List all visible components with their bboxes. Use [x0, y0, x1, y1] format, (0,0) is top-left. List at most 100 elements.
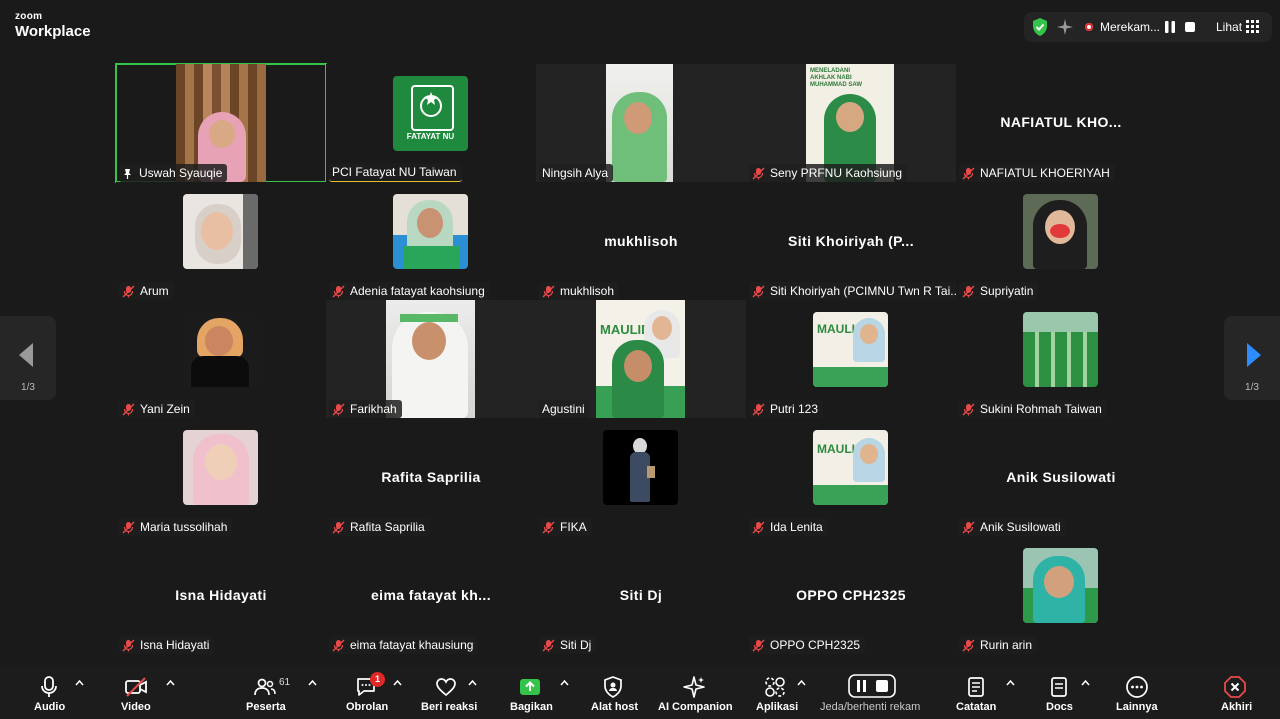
- muted-mic-icon: [962, 285, 975, 298]
- participant-tile[interactable]: eima fatayat kh... eima fatayat khausiun…: [326, 536, 536, 654]
- brand-bottom: Workplace: [15, 23, 91, 40]
- muted-mic-icon: [962, 639, 975, 652]
- participant-video: [606, 64, 673, 182]
- ai-companion-button[interactable]: AI Companion: [656, 666, 733, 719]
- apps-options-chevron-icon[interactable]: [797, 680, 806, 686]
- participant-tile[interactable]: Rafita Saprilia Rafita Saprilia: [326, 418, 536, 536]
- participant-tile[interactable]: Rurin arin: [956, 536, 1166, 654]
- docs-options-chevron-icon[interactable]: [1081, 680, 1090, 686]
- muted-mic-icon: [122, 521, 135, 534]
- participant-tile[interactable]: Siti Khoiriyah (P... Siti Khoiriyah (PCI…: [746, 182, 957, 300]
- video-options-chevron-icon[interactable]: [166, 680, 175, 686]
- muted-mic-icon: [752, 403, 765, 416]
- participant-name: mukhlisoh: [560, 284, 615, 298]
- participant-tile[interactable]: mukhlisoh mukhlisoh: [536, 182, 746, 300]
- participant-name: FIKA: [560, 520, 587, 534]
- video-label: Video: [121, 701, 151, 713]
- next-page-button[interactable]: 1/3: [1224, 316, 1280, 400]
- participant-tile[interactable]: Maria tussolihah: [116, 418, 326, 536]
- participant-name-label: Isna Hidayati: [119, 636, 215, 654]
- participant-tile[interactable]: Anik Susilowati Anik Susilowati: [956, 418, 1166, 536]
- docs-button[interactable]: Docs: [1040, 666, 1078, 719]
- share-screen-icon: [520, 679, 540, 695]
- participants-button[interactable]: Peserta: [240, 666, 290, 719]
- participant-tile[interactable]: Arum: [116, 182, 326, 300]
- share-button[interactable]: Bagikan: [506, 666, 556, 719]
- notes-icon: [968, 677, 984, 697]
- participants-count: 61: [279, 677, 291, 688]
- participant-avatar: [393, 194, 468, 269]
- participant-avatar: [1023, 548, 1098, 623]
- reactions-options-chevron-icon[interactable]: [468, 680, 477, 686]
- participant-name-label: Maria tussolihah: [119, 518, 233, 536]
- gallery-grid-icon[interactable]: [1246, 20, 1259, 33]
- participant-tile[interactable]: Farikhah: [326, 300, 536, 418]
- participant-name: Sukini Rohmah Taiwan: [980, 402, 1102, 416]
- encryption-shield-icon[interactable]: [1030, 17, 1050, 37]
- pause-stop-recording-button[interactable]: Jeda/berhenti rekam: [818, 666, 926, 719]
- recording-status-text[interactable]: Merekam...: [1100, 20, 1160, 34]
- participant-tile[interactable]: OPPO CPH2325 OPPO CPH2325: [746, 536, 956, 654]
- participant-name-label: Supriyatin: [959, 282, 1039, 300]
- view-button[interactable]: Lihat: [1216, 20, 1242, 34]
- participant-name-label: PCI Fatayat NU Taiwan: [329, 163, 462, 182]
- pause-recording-button[interactable]: [1161, 18, 1179, 36]
- audio-button[interactable]: Audio: [24, 666, 74, 719]
- participant-name: Uswah Syauqie: [139, 166, 223, 180]
- participant-name: OPPO CPH2325: [770, 638, 861, 652]
- muted-mic-icon: [752, 521, 765, 534]
- participant-avatar: [183, 194, 258, 269]
- participants-options-chevron-icon[interactable]: [308, 680, 317, 686]
- apps-button[interactable]: Aplikasi: [752, 666, 798, 719]
- ai-sparkle-icon[interactable]: [1056, 18, 1074, 36]
- more-icon: [1126, 676, 1148, 698]
- participant-tile[interactable]: MAULID Ida Lenita: [746, 418, 956, 536]
- notes-button[interactable]: Catatan: [954, 666, 998, 719]
- participant-name: Siti Dj: [560, 638, 592, 652]
- share-options-chevron-icon[interactable]: [560, 680, 569, 686]
- participant-tile[interactable]: FIKA: [536, 418, 746, 536]
- participant-tile[interactable]: Adenia fatayat kaohsiung: [326, 182, 536, 300]
- participant-display-name: Siti Dj: [619, 587, 663, 603]
- participant-tile[interactable]: Siti Dj Siti Dj: [536, 536, 746, 654]
- participant-tile[interactable]: Sukini Rohmah Taiwan: [956, 300, 1166, 418]
- end-meeting-button[interactable]: Akhiri: [1212, 666, 1258, 719]
- participant-name: Ida Lenita: [770, 520, 823, 534]
- participant-tile[interactable]: Ningsih Alya: [536, 64, 746, 182]
- unread-badge: 1: [370, 672, 385, 687]
- muted-mic-icon: [542, 639, 555, 652]
- organization-logo: FATAYAT NU: [393, 76, 468, 151]
- notes-options-chevron-icon[interactable]: [1006, 680, 1015, 686]
- participant-tile[interactable]: Uswah Syauqie: [115, 63, 327, 183]
- participant-tile[interactable]: MENELADANI AKHLAK NABI MUHAMMAD SAW Seny…: [746, 64, 956, 182]
- video-button[interactable]: Video: [110, 666, 162, 719]
- participant-tile[interactable]: FATAYAT NU PCI Fatayat NU Taiwan: [326, 64, 536, 182]
- participant-name: Ningsih Alya: [542, 166, 609, 180]
- stop-recording-button[interactable]: [1181, 18, 1199, 36]
- more-button[interactable]: Lainnya: [1114, 666, 1160, 719]
- participant-tile[interactable]: MAULID Putri 123: [746, 300, 956, 418]
- ai-companion-label: AI Companion: [658, 701, 733, 713]
- muted-mic-icon: [332, 285, 345, 298]
- muted-mic-icon: [962, 167, 975, 180]
- participant-display-name: Rafita Saprilia: [381, 469, 481, 485]
- host-tools-button[interactable]: Alat host: [588, 666, 640, 719]
- audio-options-chevron-icon[interactable]: [75, 680, 84, 686]
- chat-options-chevron-icon[interactable]: [393, 680, 402, 686]
- chat-label: Obrolan: [346, 701, 389, 713]
- chat-button[interactable]: Obrolan: [342, 666, 392, 719]
- participant-name-label: Anik Susilowati: [959, 518, 1066, 536]
- participant-name: Putri 123: [770, 402, 819, 416]
- participant-tile[interactable]: Supriyatin: [956, 182, 1166, 300]
- participant-name: Isna Hidayati: [140, 638, 210, 652]
- participant-tile[interactable]: Yani Zein: [116, 300, 326, 418]
- participant-tile[interactable]: Isna Hidayati Isna Hidayati: [116, 536, 326, 654]
- pause-stop-recording-icon: [848, 674, 896, 698]
- participant-tile[interactable]: MAULID Agustini: [536, 300, 746, 418]
- participant-video: MAULID: [596, 300, 685, 418]
- reactions-button[interactable]: Beri reaksi: [418, 666, 477, 719]
- participant-avatar: [183, 430, 258, 505]
- participant-tile[interactable]: NAFIATUL KHO... NAFIATUL KHOERIYAH: [956, 64, 1166, 182]
- participant-name: PCI Fatayat NU Taiwan: [332, 165, 457, 179]
- previous-page-button[interactable]: 1/3: [0, 316, 56, 400]
